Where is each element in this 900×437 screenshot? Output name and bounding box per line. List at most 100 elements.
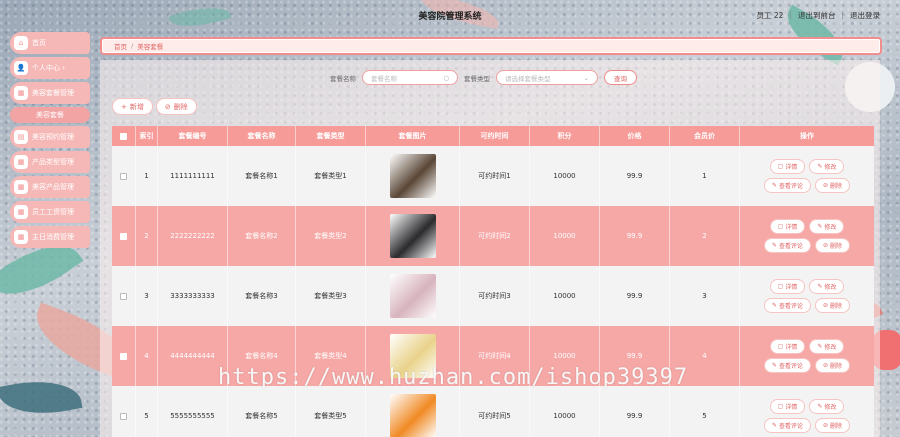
package-name-input[interactable]: 套餐名称 ○ (362, 70, 458, 85)
delete-button[interactable]: ⊘ 删除 (815, 238, 851, 253)
row-checkbox[interactable] (112, 266, 136, 326)
watermark: https://www.huzhan.com/ishop39397 (218, 365, 689, 390)
table-row: 2 2222222222 套餐名称2 套餐类型2 可约时间2 10000 99.… (112, 206, 874, 266)
logout-link[interactable]: 退出登录 (850, 10, 880, 21)
breadcrumb-current: 美容套餐 (137, 43, 164, 51)
sidebar-item-salary[interactable]: ▦ 员工工资管理 (10, 201, 90, 223)
pencil-icon: ✎ (771, 182, 777, 189)
package-type-select[interactable]: 请选择套餐类型 ⌄ (496, 70, 598, 85)
cell-actions: ▢ 详情 ✎ 修改 ✎ 查看评论 ⊘ 删除 (740, 326, 874, 386)
select-all-checkbox[interactable] (112, 126, 136, 146)
divider: | (789, 10, 792, 19)
pencil-icon: ✎ (817, 343, 823, 350)
col-member-price: 会员价 (670, 126, 740, 146)
cell-member-price: 3 (670, 266, 740, 326)
package-thumbnail[interactable] (389, 154, 436, 198)
sidebar-item-package-manage[interactable]: ▦ 美容套餐管理 (10, 82, 90, 104)
cell-index: 1 (136, 146, 158, 206)
cell-type: 套餐类型1 (296, 146, 366, 206)
package-thumbnail[interactable] (389, 274, 436, 318)
grid-icon: ▦ (14, 205, 28, 219)
package-thumbnail[interactable] (389, 394, 436, 437)
chevron-down-icon: ⌄ (583, 73, 589, 82)
view-reviews-button[interactable]: ✎ 查看评论 (763, 178, 811, 193)
delete-button[interactable]: ⊘ 删除 (815, 298, 851, 313)
cell-code: 2222222222 (158, 206, 228, 266)
pencil-icon: ✎ (771, 302, 777, 309)
edit-button[interactable]: ✎ 修改 (809, 399, 845, 414)
detail-button[interactable]: ▢ 详情 (769, 159, 806, 174)
sidebar-item-consumption[interactable]: ▦ 主日消费管理 (10, 226, 90, 248)
cell-name: 套餐名称1 (228, 146, 296, 206)
edit-button[interactable]: ✎ 修改 (809, 219, 845, 234)
cell-price: 99.9 (600, 266, 670, 326)
view-reviews-button[interactable]: ✎ 查看评论 (763, 298, 811, 313)
cell-code: 3333333333 (158, 266, 228, 326)
view-reviews-button[interactable]: ✎ 查看评论 (763, 358, 811, 373)
trash-icon: ⊘ (823, 302, 829, 309)
doc-icon: ▢ (777, 403, 784, 410)
sidebar-item-product-type[interactable]: ▦ 产品类型管理 (10, 151, 90, 173)
cell-points: 10000 (530, 206, 600, 266)
view-reviews-button[interactable]: ✎ 查看评论 (763, 418, 811, 433)
edit-button[interactable]: ✎ 修改 (809, 339, 845, 354)
query-button[interactable]: 查询 (604, 70, 637, 85)
search-bar: 套餐名称 套餐名称 ○ 套餐类型 请选择套餐类型 ⌄ 查询 (330, 70, 637, 85)
user-label: 员工 22 (756, 11, 784, 20)
detail-button[interactable]: ▢ 详情 (769, 339, 806, 354)
pencil-icon: ✎ (771, 242, 777, 249)
row-checkbox[interactable] (112, 146, 136, 206)
trash-icon: ⊘ (164, 102, 171, 111)
cell-actions: ▢ 详情 ✎ 修改 ✎ 查看评论 ⊘ 删除 (740, 146, 874, 206)
delete-button[interactable]: ⊘ 删除 (815, 178, 851, 193)
cell-member-price: 2 (670, 206, 740, 266)
table-header: 索引 套餐编号 套餐名称 套餐类型 套餐图片 可约时间 积分 价格 会员价 操作 (112, 126, 874, 146)
cell-actions: ▢ 详情 ✎ 修改 ✎ 查看评论 ⊘ 删除 (740, 266, 874, 326)
edit-button[interactable]: ✎ 修改 (809, 159, 845, 174)
plus-icon: + (121, 102, 127, 111)
trash-icon: ⊘ (823, 362, 829, 369)
breadcrumb: 首页 / 美容套餐 (100, 37, 882, 55)
add-button[interactable]: + 新增 (112, 98, 153, 115)
detail-button[interactable]: ▢ 详情 (769, 219, 806, 234)
sidebar-item-label: 产品类型管理 (32, 158, 74, 166)
doc-icon: ▢ (777, 163, 784, 170)
delete-button[interactable]: ⊘ 删除 (815, 418, 851, 433)
edit-button[interactable]: ✎ 修改 (809, 279, 845, 294)
table-row: 5 5555555555 套餐名称5 套餐类型5 可约时间5 10000 99.… (112, 386, 874, 437)
trash-icon: ⊘ (823, 242, 829, 249)
sidebar-item-label: 主日消费管理 (32, 233, 74, 241)
cell-points: 10000 (530, 266, 600, 326)
sidebar-subitem-package[interactable]: 美容套餐 (10, 107, 90, 123)
row-checkbox[interactable] (112, 386, 136, 437)
back-to-front-link[interactable]: 退出到前台 (798, 10, 836, 21)
cell-index: 5 (136, 386, 158, 437)
cell-name: 套餐名称3 (228, 266, 296, 326)
cell-index: 2 (136, 206, 158, 266)
cell-index: 4 (136, 326, 158, 386)
sidebar-item-products[interactable]: ▦ 美容产品管理 (10, 176, 90, 198)
bulk-delete-button[interactable]: ⊘ 删除 (155, 98, 197, 115)
sidebar-item-label: 首页 (32, 39, 46, 47)
package-type-label: 套餐类型 (464, 74, 490, 83)
detail-button[interactable]: ▢ 详情 (769, 279, 806, 294)
row-checkbox[interactable] (112, 206, 136, 266)
header-links: 员工 22 | 退出到前台 | 退出登录 (757, 10, 881, 21)
detail-button[interactable]: ▢ 详情 (769, 399, 806, 414)
grid-icon: ▦ (14, 230, 28, 244)
col-name: 套餐名称 (228, 126, 296, 146)
cell-image (366, 266, 460, 326)
cell-image (366, 206, 460, 266)
row-checkbox[interactable] (112, 326, 136, 386)
sidebar-item-profile[interactable]: 👤 个人中心 › (10, 57, 90, 79)
sidebar-item-label: 美容套餐 (36, 111, 64, 119)
table-row: 3 3333333333 套餐名称3 套餐类型3 可约时间3 10000 99.… (112, 266, 874, 326)
cell-image (366, 386, 460, 437)
col-price: 价格 (600, 126, 670, 146)
sidebar-item-home[interactable]: ⌂ 首页 (10, 32, 90, 54)
delete-button[interactable]: ⊘ 删除 (815, 358, 851, 373)
breadcrumb-home[interactable]: 首页 (114, 41, 127, 51)
view-reviews-button[interactable]: ✎ 查看评论 (763, 238, 811, 253)
package-thumbnail[interactable] (389, 214, 436, 258)
sidebar-item-booking[interactable]: ▤ 美容预约管理 (10, 126, 90, 148)
